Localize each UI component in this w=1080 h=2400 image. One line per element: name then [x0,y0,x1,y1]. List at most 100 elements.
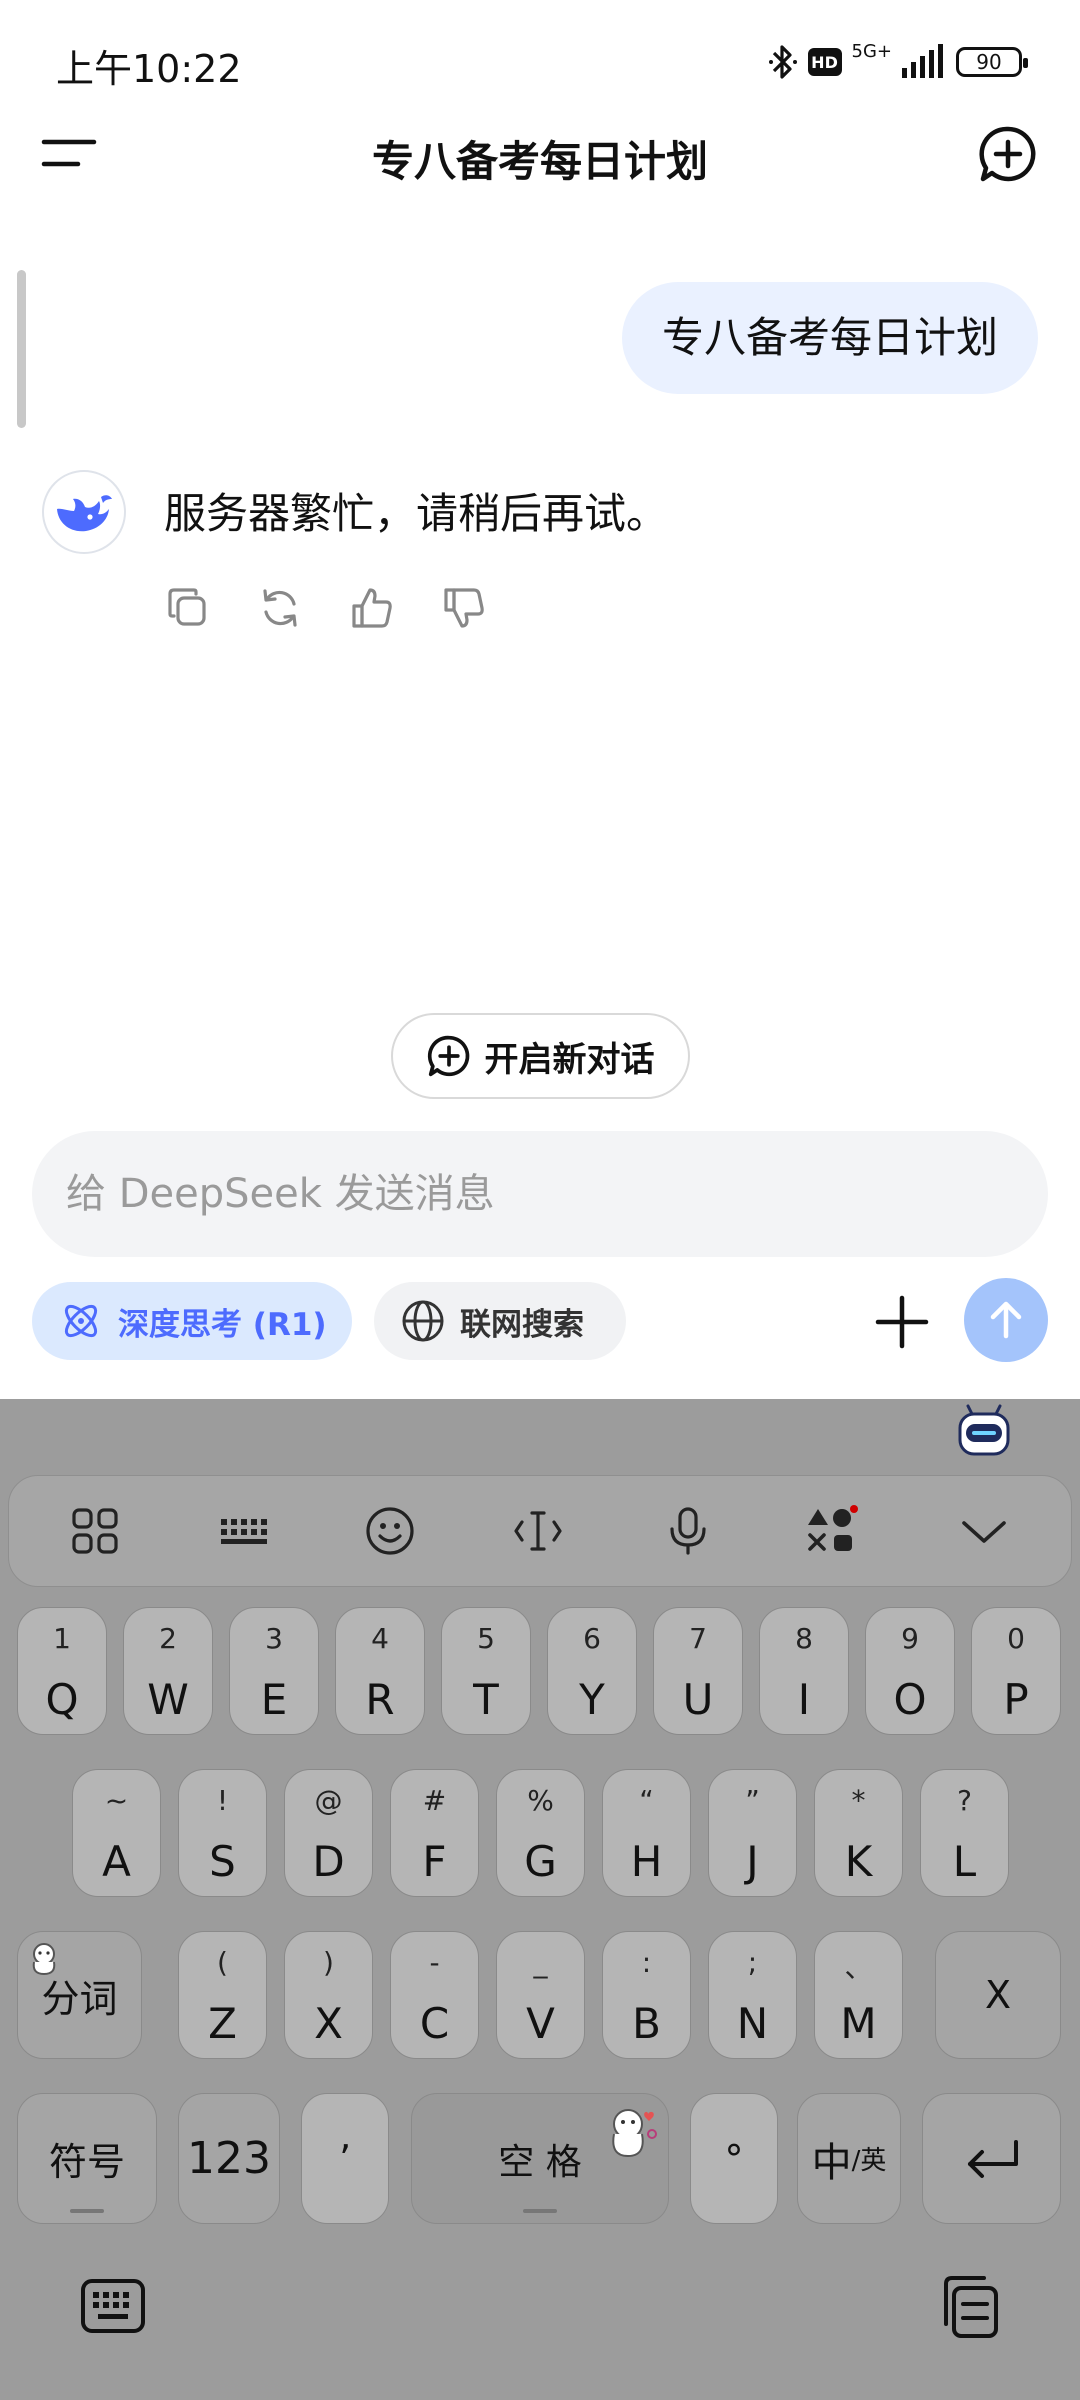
key-o[interactable]: 9O [865,1607,955,1735]
key-j[interactable]: ” J [708,1769,797,1897]
new-chat-icon [979,126,1036,182]
key-primary-label: H [630,1837,663,1886]
key-s[interactable]: ! S [178,1769,267,1897]
key-x[interactable]: ) X [284,1931,373,2059]
scroll-indicator[interactable] [17,270,26,428]
key-p[interactable]: 0P [971,1607,1061,1735]
new-chat-button[interactable] [978,124,1038,184]
key-c[interactable]: -C [390,1931,479,2059]
key-primary-label: E [260,1675,288,1724]
key-secondary-label: : [641,1946,652,1979]
globe-icon [402,1300,444,1342]
whale-logo-icon [57,495,112,532]
segment-key[interactable]: 分词 [17,1931,142,2059]
key-secondary-label: ” [745,1784,760,1817]
key-y[interactable]: 6Y [547,1607,637,1735]
key-primary-label: Q [45,1675,79,1724]
key-primary-label: M [840,1999,877,2048]
deepthink-toggle[interactable]: 深度思考 (R1) [32,1282,352,1360]
key-primary-label: J [746,1837,759,1886]
symbols-key[interactable]: 符号 [17,2093,157,2224]
tools-shapes-icon[interactable] [806,1505,858,1557]
bluetooth-icon [768,45,797,79]
thumbs-down-icon[interactable] [440,584,488,632]
key-primary-label: T [473,1675,499,1724]
enter-key[interactable] [922,2093,1061,2224]
key-primary-label: S [209,1837,236,1886]
key-secondary-label: ) [323,1946,334,1979]
key-secondary-label: ; [747,1946,758,1979]
copy-icon[interactable] [164,584,212,632]
period-key[interactable]: ° [690,2093,778,2224]
message-actions [164,584,488,632]
key-secondary-label: ( [217,1946,228,1979]
top-bar: 专八备考每日计划 [0,120,1080,190]
key-secondary-label: ~ [104,1784,129,1817]
delete-key[interactable]: X [935,1931,1061,2059]
key-primary-label: Z [208,1999,237,2048]
key-d[interactable]: @ D [284,1769,373,1897]
key-i[interactable]: 8I [759,1607,849,1735]
key-t[interactable]: 5T [441,1607,531,1735]
numbers-key[interactable]: 123 [178,2093,280,2224]
key-v[interactable]: _ V [496,1931,585,2059]
language-switch-key[interactable]: 中/英 [797,2093,901,2224]
key-secondary-label: @ [314,1784,343,1817]
key-secondary-label: # [422,1784,447,1817]
attach-button[interactable] [872,1292,932,1352]
key-q[interactable]: 1Q [17,1607,107,1735]
key-secondary-label: 2 [159,1622,177,1655]
space-key[interactable]: 空 格 [411,2093,669,2224]
emoji-icon[interactable] [364,1505,416,1557]
keyboard-layout-icon[interactable] [217,1505,269,1557]
key-a[interactable]: ~ A [72,1769,161,1897]
key-secondary-label: 9 [901,1622,919,1655]
key-primary-label: P [1003,1675,1029,1724]
key-h[interactable]: “H [602,1769,691,1897]
key-secondary-label: 7 [689,1622,707,1655]
collapse-keyboard-icon[interactable] [958,1505,1010,1557]
key-k[interactable]: * K [814,1769,903,1897]
apps-grid-icon[interactable] [69,1505,121,1557]
microphone-icon[interactable] [662,1505,714,1557]
key-secondary-label: _ [533,1946,548,1979]
key-n[interactable]: ; N [708,1931,797,2059]
message-input[interactable] [32,1131,1048,1257]
language-main-label: 中 [811,2139,852,2186]
key-primary-label: I [797,1675,811,1724]
send-button[interactable] [964,1278,1048,1362]
key-secondary-label: 4 [371,1622,389,1655]
key-secondary-label: 5 [477,1622,495,1655]
key-primary-label: F [422,1837,447,1886]
key-primary-label: A [102,1837,131,1886]
key-r[interactable]: 4R [335,1607,425,1735]
key-primary-label: R [365,1675,395,1724]
key-secondary-label: 8 [795,1622,813,1655]
key-f[interactable]: # F [390,1769,479,1897]
key-z[interactable]: (Z [178,1931,267,2059]
key-e[interactable]: 3E [229,1607,319,1735]
new-dialog-button[interactable]: 开启新对话 [391,1013,690,1099]
network-type: 5G+ [851,41,892,62]
segment-key-label: 分词 [41,1976,118,2021]
key-primary-label: G [524,1837,557,1886]
key-secondary-label: 3 [265,1622,283,1655]
regenerate-icon[interactable] [256,584,304,632]
key-primary-label: D [312,1837,345,1886]
key-b[interactable]: :B [602,1931,691,2059]
key-u[interactable]: 7U [653,1607,743,1735]
symbols-key-label: 符号 [48,2140,125,2184]
clipboard-icon[interactable] [934,2274,1000,2340]
cursor-edit-icon[interactable] [512,1505,564,1557]
language-switch-label: 中/英 [798,2094,900,2223]
keyboard-switch-icon[interactable] [80,2278,146,2336]
robot-mascot-icon[interactable] [956,1404,1012,1458]
key-w[interactable]: 2W [123,1607,213,1735]
key-m[interactable]: 、 M [814,1931,903,2059]
key-l[interactable]: ? L [920,1769,1009,1897]
apostrophe-key[interactable]: ’ [301,2093,389,2224]
thumbs-up-icon[interactable] [348,584,396,632]
key-secondary-label: 6 [583,1622,601,1655]
key-g[interactable]: % G [496,1769,585,1897]
web-search-toggle[interactable]: 联网搜索 [374,1282,626,1360]
